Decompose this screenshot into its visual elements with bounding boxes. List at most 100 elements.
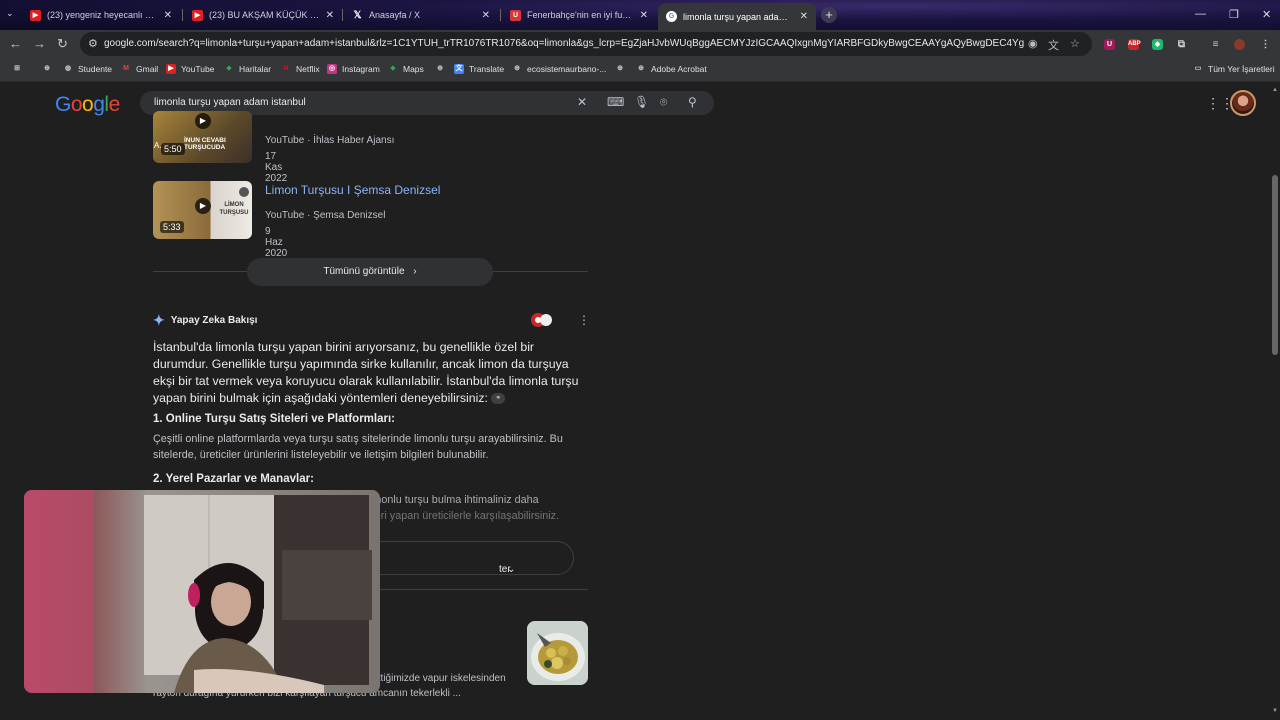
tab-title: limonla turşu yapan adam ista <box>683 11 794 22</box>
profile-avatar-icon[interactable] <box>1234 39 1245 50</box>
close-icon[interactable]: ✕ <box>482 10 490 21</box>
ai-overview-title: Yapay Zeka Bakışı <box>170 315 258 326</box>
close-icon[interactable]: ✕ <box>640 10 648 21</box>
bookmark-gmail[interactable]: M Gmail <box>121 64 158 74</box>
tab-strip: ⌄ ▶ (23) yengeniz heyecanlı pandik ✕ ▶ (… <box>0 0 1280 30</box>
back-icon[interactable]: ← <box>9 36 22 51</box>
bookmark-globe[interactable]: ⊕ <box>42 64 57 74</box>
tab-separator <box>500 9 501 21</box>
forward-icon[interactable]: → <box>33 36 46 51</box>
site-info-icon[interactable]: ⚙ <box>88 37 98 50</box>
all-bookmarks-label: Tüm Yer İşaretleri <box>1208 64 1275 74</box>
close-icon[interactable]: ✕ <box>326 10 334 21</box>
scroll-up-icon[interactable]: ▲ <box>1272 87 1278 93</box>
ai-section-2-line-1: imonlu turşu bulma ihtimaliniz daha <box>370 494 539 506</box>
ai-section-2-title: 2. Yerel Pazarlar ve Manavlar: <box>153 473 314 485</box>
microphone-icon[interactable]: 🎙 <box>634 95 649 109</box>
lens-icon[interactable]: ⌾ <box>660 95 667 110</box>
tab-2[interactable]: ▶ (23) BU AKŞAM KÜÇÜK BİR SİK ✕ <box>184 4 342 26</box>
avatar[interactable] <box>1230 90 1256 116</box>
search-icon[interactable]: ⚲ <box>688 95 697 109</box>
view-all-label: Tümünü görüntüle <box>323 266 405 277</box>
maps-icon: ⬥ <box>390 65 396 72</box>
tab-3[interactable]: 𝕏 Anasayfa / X ✕ <box>344 4 498 26</box>
bookmark-globe-3[interactable]: ⊕ <box>615 64 630 74</box>
extension-icon[interactable]: U <box>1104 39 1115 50</box>
folder-icon: ▭ <box>1194 65 1202 72</box>
new-tab-button[interactable]: + <box>821 7 837 23</box>
bookmark-label: Translate <box>469 64 505 74</box>
apps-grid-icon[interactable]: ⊞ <box>12 64 27 74</box>
video-thumbnail[interactable]: ▶ İNUN CEVABI TURŞUCUDA A. 5:50 <box>153 111 252 163</box>
bookmark-label: Adobe Acrobat <box>651 64 707 74</box>
translate-page-icon[interactable]: 文 <box>1048 37 1059 53</box>
ai-intro-text: İstanbul'da limonla turşu yapan birini a… <box>153 340 579 405</box>
view-all-button[interactable]: Tümünü görüntüle › <box>247 258 493 286</box>
tab-1[interactable]: ▶ (23) yengeniz heyecanlı pandik ✕ <box>22 4 180 26</box>
all-bookmarks[interactable]: ▭ Tüm Yer İşaretleri <box>1193 64 1275 74</box>
clear-icon[interactable]: ✕ <box>577 95 587 109</box>
address-bar[interactable]: ⚙ google.com/search?q=limonla+turşu+yapa… <box>80 32 1092 56</box>
bookmark-adobe[interactable]: ⊕ Adobe Acrobat <box>636 64 707 74</box>
bookmark-label: Gmail <box>136 64 159 74</box>
tab-search-icon[interactable]: ⌄ <box>6 8 14 19</box>
bookmark-instagram[interactable]: ◎ Instagram <box>327 64 380 74</box>
google-logo[interactable]: Google <box>55 93 120 117</box>
extension-icon[interactable]: ◆ <box>1152 39 1163 50</box>
bookmark-label: YouTube <box>181 64 215 74</box>
reading-list-icon[interactable]: ≡ <box>1210 39 1221 50</box>
sparkle-icon: ✦ <box>153 312 165 328</box>
u-icon: U <box>510 9 521 21</box>
video-thumbnail[interactable]: ▶ LİMON TURŞUSU 5:33 <box>153 181 252 239</box>
ai-overview-intro: İstanbul'da limonla turşu yapan birini a… <box>153 339 583 407</box>
close-icon[interactable]: ✕ <box>164 10 172 21</box>
bookmark-globe-2[interactable]: ⊕ <box>435 64 450 74</box>
pickle-plate-image <box>527 621 588 685</box>
menu-icon[interactable]: ⋮ <box>1260 39 1271 50</box>
play-icon: ▶ <box>195 113 211 129</box>
youtube-icon: ▶ <box>166 64 176 74</box>
video-date: 17 Kas 2022 <box>265 151 288 184</box>
page-scrollbar[interactable]: ▲ ▼ <box>1270 83 1280 720</box>
adblock-icon[interactable]: ABP <box>1128 39 1141 50</box>
globe-icon: ⊕ <box>514 65 520 72</box>
location-icon[interactable]: ◉ <box>1028 37 1038 50</box>
bookmark-ecosistema[interactable]: ⊕ ecosistemaurbano-... <box>512 64 606 74</box>
scroll-down-icon[interactable]: ▼ <box>1272 708 1278 714</box>
reload-icon[interactable]: ↻ <box>57 36 68 52</box>
minimize-icon[interactable]: — <box>1195 8 1206 20</box>
video-title-link[interactable]: Limon Turşusu I Şemsa Denizsel <box>265 183 440 197</box>
bookmark-haritalar[interactable]: ⬥ Haritalar <box>224 64 272 74</box>
close-window-icon[interactable]: ✕ <box>1262 8 1271 21</box>
tab-5-active[interactable]: G limonla turşu yapan adam ista ✕ <box>658 3 816 30</box>
webcam-overlay <box>24 490 380 693</box>
ai-source-badge-icon[interactable] <box>531 312 553 328</box>
tab-4[interactable]: U Fenerbahçe'nin en iyi futbolcu ✕ <box>502 4 656 26</box>
bookmark-maps[interactable]: ⬥ Maps <box>388 64 424 74</box>
bookmark-label: Studente <box>78 64 113 74</box>
tab-title: (23) BU AKŞAM KÜÇÜK BİR SİK <box>209 10 320 20</box>
close-icon[interactable]: ✕ <box>800 11 808 22</box>
link-icon[interactable]: ⚭ <box>491 393 506 405</box>
thumbnail-caption: LİMON TURŞUSU <box>219 202 249 216</box>
video-duration: 5:50 <box>161 143 185 155</box>
search-input[interactable]: limonla turşu yapan adam istanbul <box>154 97 306 108</box>
bookmark-star-icon[interactable]: ☆ <box>1070 37 1080 50</box>
bookmarks-bar: ⊞ ⊕ ◍ Studente M Gmail ▶ YouTube ⬥ Haritalar… <box>0 58 1280 82</box>
gmail-icon: M <box>123 65 129 72</box>
bookmark-translate[interactable]: 文 Translate <box>454 64 504 74</box>
bookmark-label: Netflix <box>296 64 320 74</box>
more-options-icon[interactable]: ⋮ <box>578 313 590 327</box>
scrollbar-thumb[interactable] <box>1272 175 1278 355</box>
youtube-icon: ▶ <box>192 9 203 21</box>
bookmark-youtube[interactable]: ▶ YouTube <box>166 64 214 74</box>
extensions-puzzle-icon[interactable]: ⧉ <box>1176 39 1187 50</box>
keyboard-icon[interactable]: ⌨ <box>607 95 624 109</box>
bookmark-netflix[interactable]: N Netflix <box>281 64 320 74</box>
result-thumbnail[interactable] <box>527 621 588 685</box>
maps-icon: ⬥ <box>226 65 232 72</box>
bookmark-studente[interactable]: ◍ Studente <box>63 64 112 74</box>
divider <box>153 271 247 272</box>
url-text[interactable]: google.com/search?q=limonla+turşu+yapan+… <box>104 38 1024 49</box>
maximize-icon[interactable]: ❐ <box>1229 8 1239 21</box>
